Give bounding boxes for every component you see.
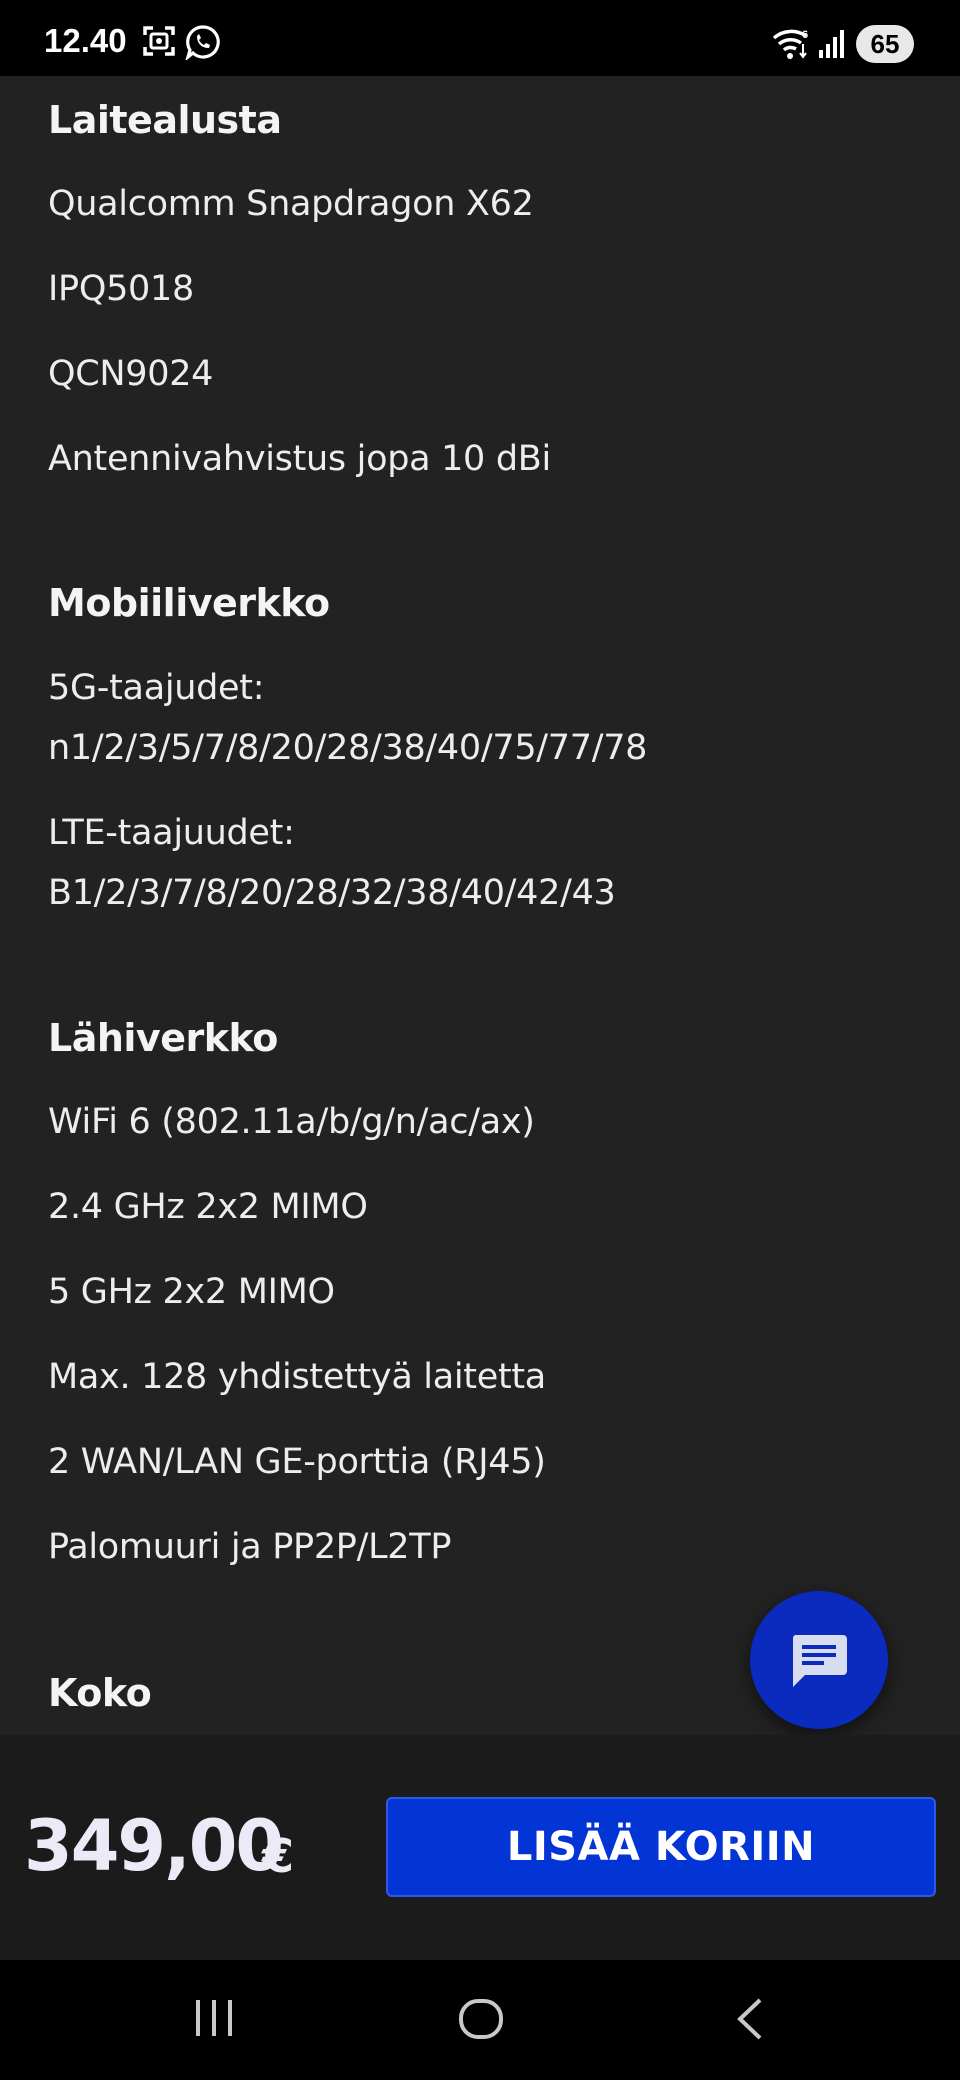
spec-line: 2.4 GHz 2x2 MIMO [48, 1187, 368, 1227]
battery-indicator: 65 [856, 25, 914, 63]
section-title-platform: Laitealusta [48, 98, 282, 142]
svg-text:6: 6 [802, 29, 808, 41]
section-title-size: Koko [48, 1671, 152, 1715]
spec-line: LTE-taajuudet: [48, 813, 295, 853]
chat-icon [792, 1635, 847, 1687]
spec-line: WiFi 6 (802.11a/b/g/n/ac/ax) [48, 1102, 535, 1142]
recent-apps-icon[interactable] [192, 1996, 236, 2044]
status-bar: 12.40 6 65 [0, 0, 960, 76]
status-time: 12.40 [44, 22, 127, 59]
spec-line: Antennivahvistus jopa 10 dBi [48, 439, 551, 479]
section-title-mobile: Mobiiliverkko [48, 581, 330, 625]
chat-button[interactable] [750, 1591, 888, 1729]
wifi-icon: 6 [772, 26, 812, 64]
signal-icon [818, 28, 846, 64]
spec-line: 5 GHz 2x2 MIMO [48, 1272, 335, 1312]
product-price: 349,00 [24, 1805, 284, 1887]
purchase-bar: 349,00 € LISÄÄ KORIIN [0, 1735, 960, 1960]
system-nav-bar [0, 1960, 960, 2080]
spec-line: B1/2/3/7/8/20/28/32/38/40/42/43 [48, 873, 616, 913]
back-icon[interactable] [730, 1996, 770, 2046]
spec-line: Palomuuri ja PP2P/L2TP [48, 1527, 452, 1567]
section-title-lan: Lähiverkko [48, 1016, 278, 1060]
spec-line: 2 WAN/LAN GE-porttia (RJ45) [48, 1442, 546, 1482]
home-icon[interactable] [458, 1996, 504, 2046]
whatsapp-icon [185, 24, 221, 64]
spec-line: QCN9024 [48, 354, 214, 394]
add-to-cart-button[interactable]: LISÄÄ KORIIN [386, 1797, 936, 1897]
spec-line: 5G-taajudet: [48, 668, 265, 708]
spec-line: Qualcomm Snapdragon X62 [48, 184, 534, 224]
spec-line: Max. 128 yhdistettyä laitetta [48, 1357, 546, 1397]
price-currency: € [262, 1829, 295, 1883]
screenshot-icon [142, 24, 176, 62]
spec-line: IPQ5018 [48, 269, 194, 309]
spec-line: n1/2/3/5/7/8/20/28/38/40/75/77/78 [48, 728, 648, 768]
